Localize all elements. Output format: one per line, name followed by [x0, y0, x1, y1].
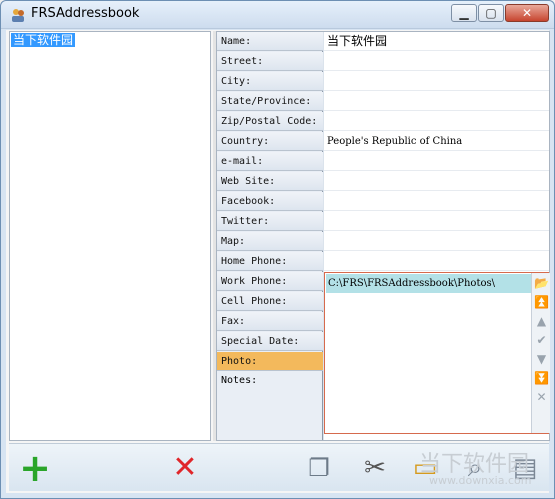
twitter-field[interactable] [324, 212, 549, 231]
website-field[interactable] [324, 172, 549, 191]
bottom-toolbar: + ✕ ❐ ✂ ▭ ⌕ ▤ 当下软件园 www.downxia.com [9, 443, 549, 491]
field-label-name[interactable]: Name: [217, 32, 323, 51]
watermark-url: www.downxia.com [429, 474, 532, 487]
facebook-field[interactable] [324, 192, 549, 211]
last-record-icon[interactable]: ⏬ [534, 371, 549, 386]
title-bar[interactable]: FRSAddressbook ▁ ▢ ✕ [1, 1, 554, 29]
field-label-facebook[interactable]: Facebook: [217, 192, 323, 211]
photo-path-field[interactable]: C:\FRS\FRSAddressbook\Photos\ [326, 274, 531, 293]
photo-toolstrip: 📂 ⏫ ▲ ✔ ▼ ⏬ ✕ [531, 273, 550, 433]
field-label-city[interactable]: City: [217, 72, 323, 91]
first-record-icon[interactable]: ⏫ [534, 295, 549, 310]
field-label-street[interactable]: Street: [217, 52, 323, 71]
field-label-zip[interactable]: Zip/Postal Code: [217, 112, 323, 131]
field-label-email[interactable]: e-mail: [217, 152, 323, 171]
browse-folder-icon[interactable]: 📂 [534, 276, 549, 291]
cancel-edit-icon[interactable]: ✕ [534, 390, 549, 405]
maximize-button[interactable]: ▢ [478, 4, 504, 22]
field-label-country[interactable]: Country: [217, 132, 323, 151]
copy-icon[interactable]: ❐ [301, 450, 337, 486]
name-field[interactable]: 当下软件园 [324, 32, 549, 51]
map-field[interactable] [324, 232, 549, 251]
minimize-button[interactable]: ▁ [451, 4, 477, 22]
field-value-column: 当下软件园 People's Republic of China C:\FRS\… [324, 32, 550, 440]
field-label-website[interactable]: Web Site: [217, 172, 323, 191]
field-label-home-phone[interactable]: Home Phone: [217, 252, 323, 271]
field-label-notes[interactable]: Notes: [217, 371, 323, 390]
next-record-icon[interactable]: ▼ [534, 352, 549, 367]
field-label-twitter[interactable]: Twitter: [217, 212, 323, 231]
contact-list-item[interactable]: 当下软件园 [11, 33, 76, 47]
street-field[interactable] [324, 52, 549, 71]
home-phone-field[interactable] [324, 252, 549, 271]
field-label-photo[interactable]: Photo: [217, 352, 323, 371]
window-title: FRSAddressbook [31, 6, 140, 21]
add-contact-button[interactable]: + [17, 449, 53, 487]
cut-icon[interactable]: ✂ [357, 450, 393, 486]
field-label-special-date[interactable]: Special Date: [217, 332, 323, 351]
photo-editor[interactable]: C:\FRS\FRSAddressbook\Photos\ 📂 ⏫ ▲ ✔ ▼ … [324, 272, 550, 434]
field-label-map[interactable]: Map: [217, 232, 323, 251]
field-label-fax[interactable]: Fax: [217, 312, 323, 331]
email-field[interactable] [324, 152, 549, 171]
delete-contact-button[interactable]: ✕ [167, 450, 203, 486]
prev-record-icon[interactable]: ▲ [534, 314, 549, 329]
state-field[interactable] [324, 92, 549, 111]
field-label-cell-phone[interactable]: Cell Phone: [217, 292, 323, 311]
contact-list[interactable]: 当下软件园 [9, 31, 211, 441]
contact-details-grid: Name: Street: City: State/Province: Zip/… [216, 31, 550, 441]
field-label-work-phone[interactable]: Work Phone: [217, 272, 323, 291]
field-label-state[interactable]: State/Province: [217, 92, 323, 111]
addressbook-app-icon [10, 7, 26, 23]
close-button[interactable]: ✕ [505, 4, 549, 22]
city-field[interactable] [324, 72, 549, 91]
confirm-check-icon[interactable]: ✔ [534, 333, 549, 348]
country-field[interactable]: People's Republic of China [324, 132, 549, 151]
app-window: FRSAddressbook ▁ ▢ ✕ 当下软件园 Name: Street:… [0, 0, 555, 499]
main-content: 当下软件园 Name: Street: City: State/Province… [6, 30, 550, 493]
zip-field[interactable] [324, 112, 549, 131]
field-label-column: Name: Street: City: State/Province: Zip/… [217, 32, 323, 440]
